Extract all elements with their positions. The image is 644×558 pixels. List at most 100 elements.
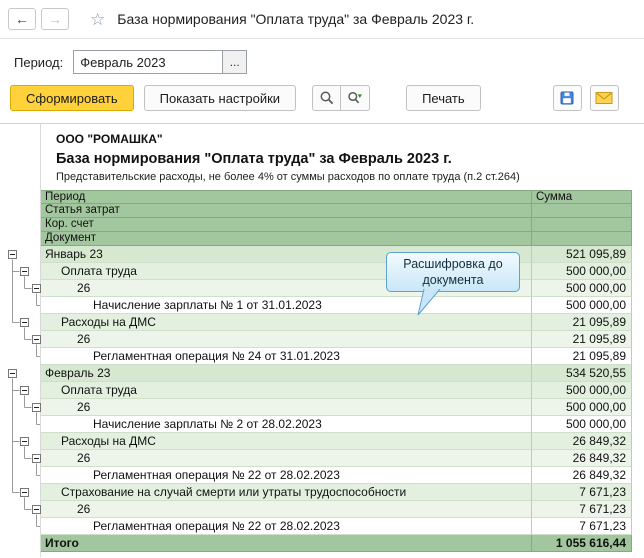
row-sum-cell[interactable]: 7 671,23: [532, 518, 632, 535]
report-row: Страхование на случай смерти или утраты …: [41, 484, 632, 501]
row-sum-cell[interactable]: 7 671,23: [532, 484, 632, 501]
row-sum-cell[interactable]: 500 000,00: [532, 297, 632, 314]
report-note: Представительские расходы, не более 4% о…: [56, 171, 520, 183]
report-title: База нормирования "Оплата труда" за Февр…: [56, 151, 452, 167]
row-sum-cell[interactable]: 500 000,00: [532, 382, 632, 399]
save-button[interactable]: [552, 85, 582, 111]
forward-icon: →: [48, 11, 62, 27]
row-sum-cell[interactable]: 521 095,89: [532, 246, 632, 263]
total-label: Итого: [41, 535, 532, 552]
row-label-cell[interactable]: 26: [41, 399, 532, 416]
report-row: Оплата труда 500 000,00: [41, 263, 632, 280]
report-row: Начисление зарплаты № 1 от 31.01.2023 500…: [41, 297, 632, 314]
row-label-cell[interactable]: 26: [41, 501, 532, 518]
collapse-toggle[interactable]: [8, 250, 17, 259]
floppy-disk-icon: [560, 91, 574, 105]
header-cell: [532, 232, 632, 246]
header-row: Период Сумма: [41, 190, 632, 204]
row-sum-cell[interactable]: 26 849,32: [532, 433, 632, 450]
row-label-cell[interactable]: Оплата труда: [41, 382, 532, 399]
back-button[interactable]: ←: [8, 8, 36, 30]
report-content: ООО "РОМАШКА" База нормирования "Оплата …: [40, 124, 632, 557]
row-label-cell[interactable]: Регламентная операция № 22 от 28.02.2023: [41, 518, 532, 535]
row-sum-cell[interactable]: 21 095,89: [532, 348, 632, 365]
header-cell: Период: [41, 190, 532, 204]
report-row: Регламентная операция № 24 от 31.01.2023…: [41, 348, 632, 365]
search-next-icon: [348, 91, 363, 104]
row-label-cell[interactable]: Февраль 23: [41, 365, 532, 382]
row-label-cell[interactable]: 26: [41, 331, 532, 348]
search-icon: [320, 91, 333, 105]
header-row: Документ: [41, 232, 632, 246]
row-label-cell[interactable]: Регламентная операция № 22 от 28.02.2023: [41, 467, 532, 484]
row-label-cell[interactable]: 26: [41, 450, 532, 467]
generate-button[interactable]: Сформировать: [10, 85, 134, 111]
back-icon: ←: [15, 11, 29, 27]
collapse-toggle[interactable]: [20, 267, 29, 276]
report-row: 26 7 671,23: [41, 501, 632, 518]
report-area: ООО "РОМАШКА" База нормирования "Оплата …: [0, 123, 644, 557]
header-row: Кор. счет: [41, 218, 632, 232]
report-row: Расходы на ДМС 26 849,32: [41, 433, 632, 450]
collapse-toggle[interactable]: [20, 318, 29, 327]
collapse-toggle[interactable]: [32, 335, 41, 344]
report-row: Февраль 23 534 520,55: [41, 365, 632, 382]
row-sum-cell[interactable]: 500 000,00: [532, 263, 632, 280]
table-body: Январь 23 521 095,89 Оплата труда 500 000,0…: [41, 246, 632, 535]
report-row: 26 26 849,32: [41, 450, 632, 467]
collapse-toggle[interactable]: [32, 505, 41, 514]
row-sum-cell[interactable]: 500 000,00: [532, 416, 632, 433]
row-sum-cell[interactable]: 26 849,32: [532, 467, 632, 484]
row-sum-cell[interactable]: 534 520,55: [532, 365, 632, 382]
row-sum-cell[interactable]: 500 000,00: [532, 280, 632, 297]
company-name: ООО "РОМАШКА": [56, 132, 163, 146]
collapse-toggle[interactable]: [20, 488, 29, 497]
row-label-cell[interactable]: Начисление зарплаты № 2 от 28.02.2023: [41, 416, 532, 433]
period-label: Период:: [14, 54, 64, 70]
callout-tail-icon: [417, 289, 441, 316]
send-email-button[interactable]: [589, 85, 619, 111]
show-settings-button[interactable]: Показать настройки: [143, 85, 297, 111]
header-cell: [532, 218, 632, 232]
collapse-toggle[interactable]: [32, 403, 41, 412]
callout-text: Расшифровка до документа: [403, 257, 503, 287]
header-cell: Документ: [41, 232, 532, 246]
page-title: База нормирования "Оплата труда" за Февр…: [117, 11, 475, 27]
collapse-toggle[interactable]: [32, 454, 41, 463]
report-row: 26 500 000,00: [41, 280, 632, 297]
collapse-toggle[interactable]: [20, 437, 29, 446]
search-button[interactable]: [312, 85, 342, 111]
row-sum-cell[interactable]: 26 849,32: [532, 450, 632, 467]
report-row: Регламентная операция № 22 от 28.02.2023…: [41, 467, 632, 484]
row-label-cell[interactable]: Расходы на ДМС: [41, 433, 532, 450]
collapse-toggle[interactable]: [20, 386, 29, 395]
search-next-button[interactable]: [341, 85, 371, 111]
header-cell: [532, 204, 632, 218]
report-row: Январь 23 521 095,89: [41, 246, 632, 263]
row-sum-cell[interactable]: 21 095,89: [532, 314, 632, 331]
row-label-cell[interactable]: Страхование на случай смерти или утраты …: [41, 484, 532, 501]
collapse-toggle[interactable]: [8, 369, 17, 378]
forward-button[interactable]: →: [41, 8, 69, 30]
row-label-cell[interactable]: Начисление зарплаты № 1 от 31.01.2023: [41, 297, 532, 314]
report-row: Оплата труда 500 000,00: [41, 382, 632, 399]
row-label-cell[interactable]: Регламентная операция № 24 от 31.01.2023: [41, 348, 532, 365]
period-input[interactable]: [73, 50, 224, 74]
row-sum-cell[interactable]: 7 671,23: [532, 501, 632, 518]
sum-header-cell: Сумма: [532, 190, 632, 204]
report-row: Регламентная операция № 22 от 28.02.2023…: [41, 518, 632, 535]
collapse-toggle[interactable]: [32, 284, 41, 293]
total-row[interactable]: Итого 1 055 616,44: [41, 535, 632, 552]
period-row: Период: ...: [0, 39, 644, 85]
row-sum-cell[interactable]: 21 095,89: [532, 331, 632, 348]
print-button[interactable]: Печать: [406, 85, 481, 111]
report-row: Начисление зарплаты № 2 от 28.02.2023 500…: [41, 416, 632, 433]
period-picker-button[interactable]: ...: [223, 50, 248, 74]
row-sum-cell[interactable]: 500 000,00: [532, 399, 632, 416]
row-label-cell[interactable]: Расходы на ДМС: [41, 314, 532, 331]
total-sum: 1 055 616,44: [532, 535, 632, 552]
report-row: 26 500 000,00: [41, 399, 632, 416]
favorite-star-icon[interactable]: ☆: [90, 11, 105, 28]
annotation-callout: Расшифровка до документа: [386, 252, 520, 316]
header-cell: Статья затрат: [41, 204, 532, 218]
